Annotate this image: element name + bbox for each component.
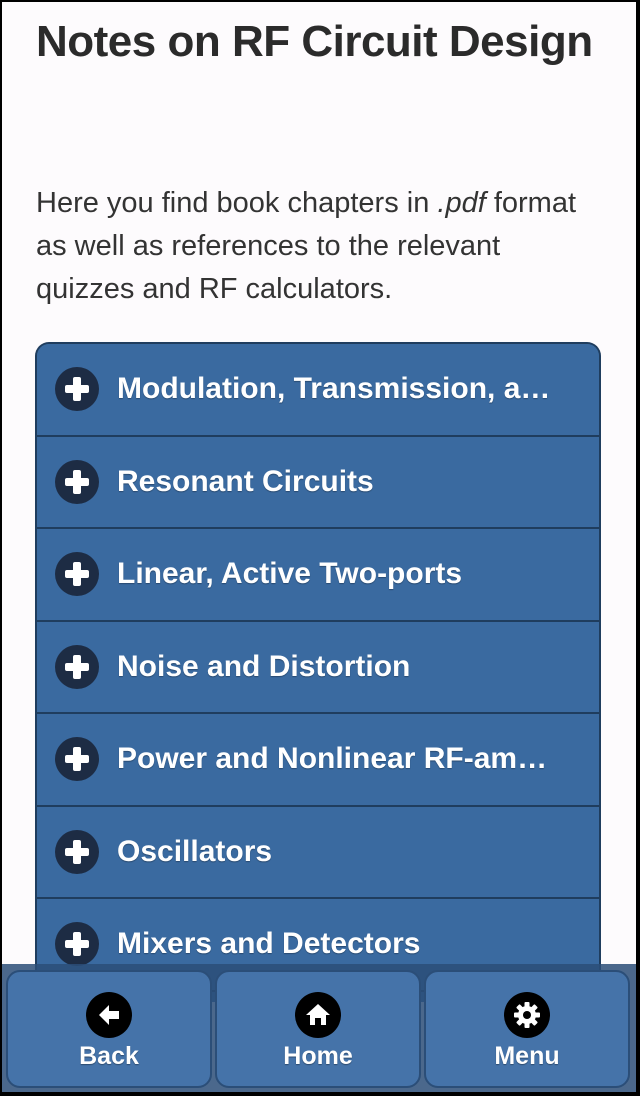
home-button[interactable]: Home <box>215 970 421 1088</box>
plus-icon <box>55 829 99 874</box>
menu-label: Menu <box>494 1042 560 1070</box>
plus-icon <box>55 367 99 412</box>
intro-pdf-format: .pdf <box>437 187 486 219</box>
accordion-item-label: Modulation, Transmission, and Reception <box>117 372 563 406</box>
app-screen: Notes on RF Circuit Design Here you find… <box>2 2 636 1092</box>
page-title: Notes on RF Circuit Design <box>36 17 593 66</box>
plus-icon <box>55 737 99 782</box>
arrow-left-icon <box>86 992 132 1038</box>
intro-text: Here you find book chapters in .pdf form… <box>36 182 596 311</box>
accordion-item-power-amplifiers[interactable]: Power and Nonlinear RF-amplifiers <box>37 714 599 807</box>
accordion-item-modulation[interactable]: Modulation, Transmission, and Reception <box>37 344 599 437</box>
plus-icon <box>55 644 99 689</box>
accordion-item-label: Power and Nonlinear RF-amplifiers <box>117 742 563 776</box>
back-label: Back <box>79 1042 139 1070</box>
accordion-item-label: Linear, Active Two-ports <box>117 557 463 591</box>
accordion-item-two-ports[interactable]: Linear, Active Two-ports <box>37 529 599 622</box>
plus-icon <box>55 922 99 967</box>
plus-icon <box>55 459 99 504</box>
plus-icon <box>55 552 99 597</box>
gear-icon <box>504 992 550 1038</box>
intro-text-start: Here you find book chapters in <box>36 187 438 219</box>
accordion-item-oscillators[interactable]: Oscillators <box>37 806 599 899</box>
accordion-item-label: Noise and Distortion <box>117 649 411 683</box>
back-button[interactable]: Back <box>6 970 212 1088</box>
menu-button[interactable]: Menu <box>424 970 630 1088</box>
accordion-item-label: Oscillators <box>117 834 273 868</box>
accordion-item-resonant-circuits[interactable]: Resonant Circuits <box>37 436 599 529</box>
home-icon <box>295 992 341 1038</box>
accordion-item-label: Mixers and Detectors <box>117 927 421 961</box>
chapter-accordion: Modulation, Transmission, and Reception … <box>35 342 601 1002</box>
footer-navbar: Back Home Menu <box>2 964 636 1092</box>
accordion-item-noise-distortion[interactable]: Noise and Distortion <box>37 621 599 714</box>
home-label: Home <box>283 1042 353 1070</box>
accordion-item-label: Resonant Circuits <box>117 464 374 498</box>
